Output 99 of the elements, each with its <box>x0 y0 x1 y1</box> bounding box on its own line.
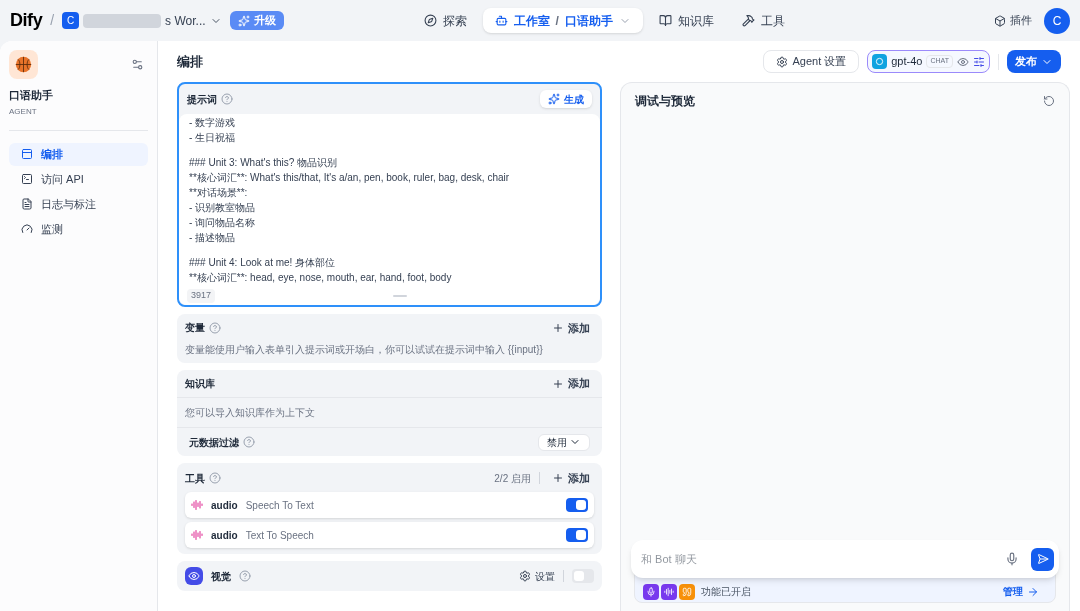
app-name: 口语助手 <box>9 88 54 103</box>
refresh-icon[interactable] <box>1043 95 1055 107</box>
plugins-button[interactable]: 插件 <box>994 12 1032 29</box>
features-status: 功能已开启 <box>701 585 751 599</box>
sliders-icon[interactable] <box>973 55 985 68</box>
gear-icon <box>519 570 531 582</box>
nav-tab[interactable]: 探索 <box>411 8 479 33</box>
prompt-line: **对话场景**: <box>189 186 249 200</box>
eye-icon <box>957 55 969 68</box>
filter-label: 元数据过滤 <box>189 435 239 450</box>
manage-link[interactable]: 管理 <box>1003 584 1039 599</box>
gear-icon <box>776 55 789 68</box>
microphone-icon <box>643 583 659 600</box>
compass-icon <box>423 14 437 27</box>
plus-icon <box>552 472 564 484</box>
user-avatar[interactable]: C <box>1044 7 1070 34</box>
add-button[interactable]: 添加 <box>548 375 594 392</box>
audio-icon <box>191 529 203 541</box>
audio-icon <box>191 499 203 511</box>
publish-button[interactable]: 发布 <box>1007 50 1061 73</box>
model-name: gpt-4o <box>891 54 923 70</box>
prompt-line: - 数字游戏 <box>189 116 237 130</box>
tool-row[interactable]: audio Speech To Text <box>185 492 594 518</box>
add-button[interactable]: 添加 <box>548 469 594 487</box>
quote-icon <box>679 583 695 600</box>
eye-icon <box>185 567 203 585</box>
character-count: 3917 <box>187 289 216 303</box>
workspace-name[interactable]: s Wor... <box>165 11 206 30</box>
model-logo-icon <box>872 54 888 69</box>
sparkle-icon <box>548 93 560 105</box>
generate-button[interactable]: 生成 <box>540 90 592 108</box>
section-description: 变量能使用户输入表单引入提示词或开场白，你可以试试在提示词中输入 {{input}} <box>185 343 544 357</box>
prompt-field[interactable] <box>179 114 600 289</box>
sidebar-item[interactable]: 编排 <box>9 142 148 166</box>
app-type: AGENT <box>9 105 38 118</box>
section-title: 提示词 <box>187 92 217 107</box>
toggle-switch[interactable] <box>566 528 588 542</box>
vision-settings-button[interactable]: 设置 <box>519 568 555 584</box>
resize-handle[interactable] <box>393 294 408 297</box>
gauge-icon <box>21 223 33 235</box>
terminal-icon <box>21 173 33 185</box>
arrow-icon <box>1027 585 1039 598</box>
section-title: 工具 <box>185 471 205 486</box>
tool-provider: audio <box>211 498 238 513</box>
toggle-switch[interactable] <box>566 498 588 512</box>
settings-icon[interactable] <box>131 58 144 71</box>
chat-input[interactable]: 和 Bot 聊天 <box>631 540 1059 578</box>
tool-provider: audio <box>211 528 238 543</box>
sidebar-item[interactable]: 日志与标注 <box>9 192 148 216</box>
nav-tab[interactable]: 工具 <box>729 8 797 33</box>
add-button[interactable]: 添加 <box>548 319 594 336</box>
cube-icon <box>994 14 1006 27</box>
tool-name: Text To Speech <box>245 528 314 543</box>
prompt-line: **核心词汇**: head, eye, nose, mouth, ear, hand, foot, body <box>189 271 453 285</box>
nav-tab[interactable]: 知识库 <box>646 8 726 33</box>
tool-row[interactable]: audio Text To Speech <box>185 522 594 548</box>
section-title: 知识库 <box>185 377 215 391</box>
microphone-icon[interactable] <box>1005 552 1019 566</box>
agent-settings-button[interactable]: Agent 设置 <box>763 50 860 73</box>
sidebar-item[interactable]: 访问 API <box>9 167 148 191</box>
audio-icon <box>661 583 677 600</box>
section-description: 您可以导入知识库作为上下文 <box>177 398 602 428</box>
prompt-line: - 描述物品 <box>189 231 237 245</box>
logo[interactable]: Dify <box>10 7 43 34</box>
robot-icon <box>494 14 508 27</box>
hammer-icon <box>741 14 755 27</box>
help-icon <box>209 472 221 484</box>
nav-tab[interactable]: 工作室 / 口语助手 <box>482 8 643 33</box>
section-title: 变量 <box>185 321 205 336</box>
prompt-line: ### Unit 3: What's this? 物品识别 <box>189 156 339 170</box>
sidebar-item[interactable]: 监测 <box>9 217 148 241</box>
send-button[interactable] <box>1031 547 1054 571</box>
toggle-switch[interactable] <box>572 569 594 583</box>
window-icon <box>21 148 33 160</box>
prompt-line: - 生日祝福 <box>189 131 237 145</box>
section-title: 视觉 <box>211 569 231 584</box>
send-icon <box>1036 553 1049 565</box>
filter-dropdown[interactable]: 禁用 <box>538 433 590 451</box>
chat-field[interactable]: 和 Bot 聊天 <box>641 550 1005 568</box>
prompt-line: - 识别教室物品 <box>189 201 257 215</box>
app-icon <box>9 50 38 79</box>
help-icon <box>243 436 255 448</box>
help-icon <box>239 570 251 582</box>
breadcrumb-separator: / <box>50 11 55 30</box>
prompt-line: ### Unit 4: Look at me! 身体部位 <box>189 256 337 270</box>
sparkle-icon <box>237 14 250 27</box>
panel-title: 调试与预览 <box>635 93 695 110</box>
book-icon <box>658 14 672 27</box>
workspace-avatar: C <box>62 12 80 29</box>
plus-icon <box>552 321 564 334</box>
help-icon <box>221 93 233 105</box>
help-icon <box>209 321 221 334</box>
prompt-line: **核心词汇**: What's this/that, It's a/an, pen, book, ruler, bag, desk, chair <box>189 171 511 185</box>
tool-name: Speech To Text <box>245 498 314 513</box>
enabled-count: 2/2 启用 <box>494 471 531 486</box>
plus-icon <box>552 377 564 390</box>
document-icon <box>21 198 33 210</box>
page-title: 编排 <box>177 52 203 71</box>
prompt-line: - 询问物品名称 <box>189 216 257 230</box>
